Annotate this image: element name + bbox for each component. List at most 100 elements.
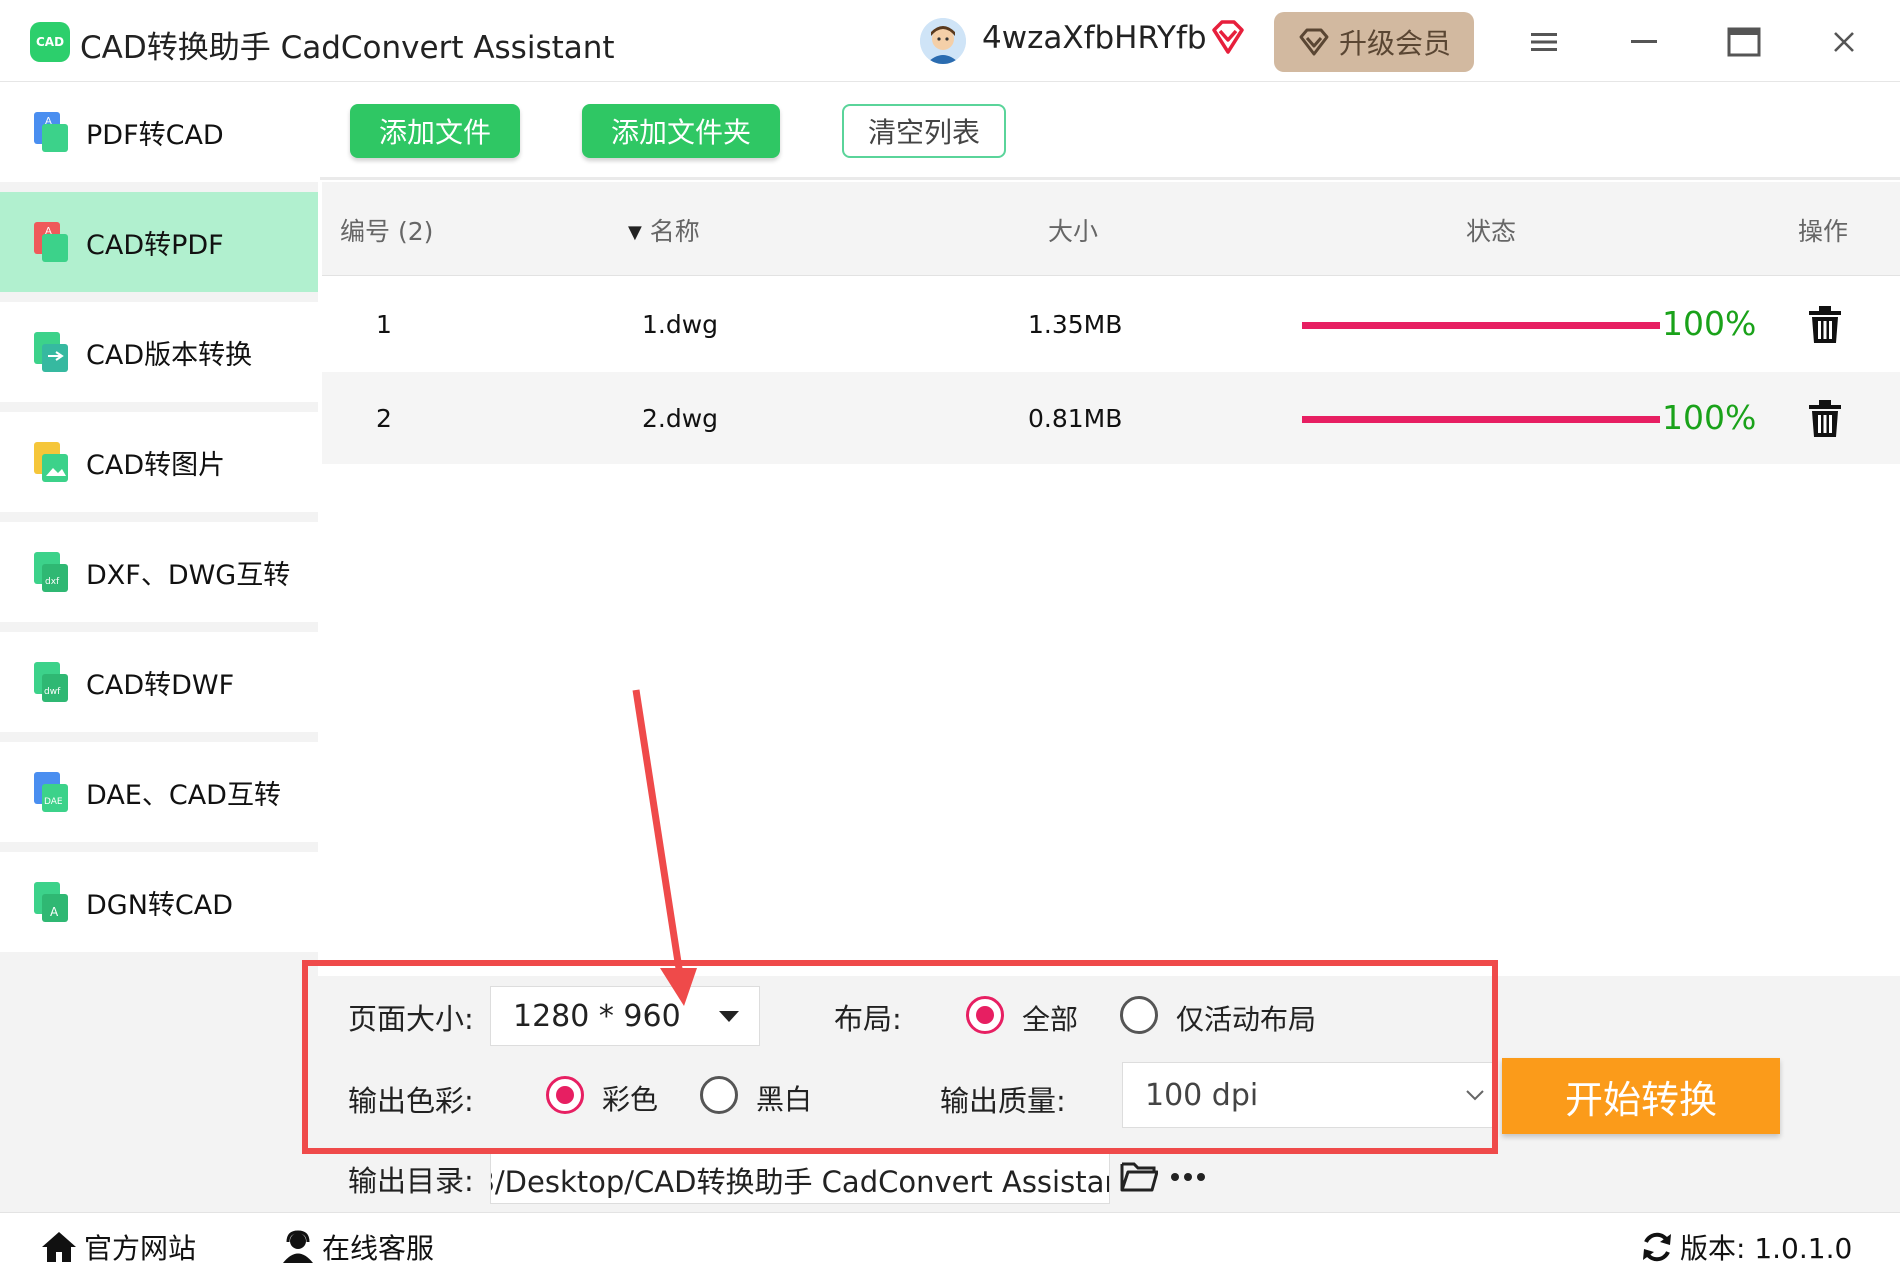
layout-active-radio[interactable]	[1120, 996, 1158, 1034]
official-website-link[interactable]: 官方网站	[40, 1227, 196, 1267]
svg-text:dxf: dxf	[45, 577, 60, 587]
row-progress-percent: 100%	[1662, 304, 1757, 343]
upgrade-vip-button[interactable]: 升级会员	[1274, 12, 1474, 72]
pdf-to-cad-icon: A	[34, 112, 68, 152]
home-icon	[42, 1232, 76, 1262]
row-progress-bar	[1302, 322, 1660, 329]
user-avatar[interactable]	[920, 18, 966, 64]
version-info: 版本: 1.0.1.0	[1640, 1227, 1852, 1267]
username: 4wzaXfbHRYfb	[982, 20, 1207, 56]
column-size[interactable]: 大小	[1048, 212, 1098, 248]
color-bw-radio[interactable]	[700, 1076, 738, 1114]
column-status: 状态	[1466, 217, 1517, 246]
progress-fill	[1302, 322, 1660, 329]
layout-active-label: 仅活动布局	[1176, 1003, 1317, 1036]
delete-trash-icon[interactable]	[1808, 400, 1842, 438]
svg-text:DAE: DAE	[44, 797, 63, 807]
hamburger-menu-icon	[1531, 33, 1557, 51]
app-window: CAD CAD转换助手 CadConvert Assistant 4wzaXfb…	[0, 0, 1900, 1280]
column-name[interactable]: ▼ 名称	[628, 212, 700, 248]
sidebar-item-label: PDF转CAD	[86, 119, 224, 151]
dae-cad-icon: DAE	[34, 772, 68, 812]
sidebar-item-label: DAE、CAD互转	[86, 779, 281, 811]
row-file-name: 2.dwg	[642, 404, 719, 433]
sidebar-item-label: CAD版本转换	[86, 339, 253, 371]
color-bw-label: 黑白	[756, 1083, 813, 1116]
footer: 官方网站 在线客服 版本: 1.0.1.0	[0, 1212, 1900, 1280]
row-progress-bar	[1302, 416, 1660, 423]
table-row[interactable]: 2 2.dwg 0.81MB 100%	[322, 372, 1900, 466]
avatar-icon	[920, 18, 966, 64]
delete-trash-icon[interactable]	[1808, 306, 1842, 344]
output-dir-field[interactable]: B/Desktop/CAD转换助手 CadConvert Assistant	[490, 1148, 1110, 1204]
column-action: 操作	[1798, 217, 1849, 246]
cad-to-image-icon	[34, 442, 68, 482]
sidebar-item-cad-to-pdf[interactable]: A CAD转PDF	[0, 192, 318, 292]
sidebar-item-label: DGN转CAD	[86, 889, 234, 921]
sidebar-item-dgn-to-cad[interactable]: A DGN转CAD	[0, 852, 318, 952]
sidebar-item-cad-to-dwf[interactable]: dwf CAD转DWF	[0, 632, 318, 732]
sidebar-item-dae-cad[interactable]: DAE DAE、CAD互转	[0, 742, 318, 842]
start-convert-button[interactable]: 开始转换	[1502, 1058, 1780, 1134]
maximize-icon	[1727, 27, 1761, 57]
add-folder-button[interactable]: 添加文件夹	[582, 104, 780, 158]
sidebar-item-pdf-to-cad[interactable]: A PDF转CAD	[0, 82, 318, 182]
refresh-icon[interactable]	[1640, 1230, 1674, 1264]
chevron-down-icon	[1466, 1090, 1484, 1101]
folder-open-icon[interactable]	[1120, 1160, 1158, 1192]
row-number: 1	[376, 310, 392, 339]
layout-all-radio[interactable]	[966, 996, 1004, 1034]
sidebar-item-label: DXF、DWG互转	[86, 559, 291, 591]
menu-button[interactable]	[1520, 18, 1568, 66]
row-number: 2	[376, 404, 392, 433]
app-title: CAD转换助手 CadConvert Assistant	[80, 30, 615, 66]
official-website-label: 官方网站	[84, 1232, 197, 1265]
vip-diamond-icon	[1212, 20, 1244, 54]
row-file-size: 1.35MB	[1028, 310, 1123, 339]
title-bar: CAD CAD转换助手 CadConvert Assistant 4wzaXfb…	[0, 0, 1900, 82]
sidebar-item-cad-to-image[interactable]: CAD转图片	[0, 412, 318, 512]
page-size-select[interactable]: 1280 * 960	[490, 986, 760, 1046]
svg-text:A: A	[45, 116, 52, 127]
maximize-button[interactable]	[1720, 18, 1768, 66]
version-label: 版本: 1.0.1.0	[1680, 1232, 1853, 1265]
svg-text:A: A	[45, 226, 52, 237]
output-dir-label: 输出目录:	[348, 1164, 474, 1198]
clear-list-button[interactable]: 清空列表	[842, 104, 1006, 158]
cad-to-pdf-icon: A	[34, 222, 68, 262]
output-quality-label: 输出质量:	[940, 1084, 1066, 1118]
svg-text:A: A	[50, 905, 59, 919]
file-list-empty-area	[322, 464, 1900, 976]
color-color-label: 彩色	[602, 1083, 659, 1116]
output-quality-select[interactable]: 100 dpi	[1122, 1062, 1494, 1128]
sidebar-item-cad-version[interactable]: CAD版本转换	[0, 302, 318, 402]
online-support-link[interactable]: 在线客服	[280, 1227, 434, 1267]
color-color-radio[interactable]	[546, 1076, 584, 1114]
minimize-button[interactable]	[1620, 18, 1668, 66]
table-row[interactable]: 1 1.dwg 1.35MB 100%	[322, 278, 1900, 372]
file-table-header: 编号 (2) ▼ 名称 大小 状态 操作	[322, 182, 1900, 276]
add-file-button[interactable]: 添加文件	[350, 104, 520, 158]
sidebar: A PDF转CAD A CAD转PDF CAD版本转换 CAD转图片 dxf D…	[0, 82, 318, 1212]
sidebar-item-dxf-dwg[interactable]: dxf DXF、DWG互转	[0, 522, 318, 622]
close-icon	[1834, 32, 1854, 52]
sort-desc-icon: ▼	[628, 222, 642, 243]
sidebar-item-label: CAD转PDF	[86, 229, 224, 261]
row-file-name: 1.dwg	[642, 310, 719, 339]
row-progress-percent: 100%	[1662, 398, 1757, 437]
app-logo: CAD	[30, 22, 70, 62]
chevron-down-icon	[719, 1011, 739, 1022]
page-size-label: 页面大小:	[348, 1002, 474, 1036]
column-number[interactable]: 编号 (2)	[340, 212, 433, 248]
toolbar: 添加文件 添加文件夹 清空列表	[320, 82, 1900, 180]
row-file-size: 0.81MB	[1028, 404, 1123, 433]
dgn-to-cad-icon: A	[34, 882, 68, 922]
layout-all-label: 全部	[1022, 1003, 1079, 1036]
layout-label: 布局:	[834, 1002, 902, 1036]
svg-text:dwf: dwf	[44, 687, 61, 697]
more-options-icon[interactable]	[1170, 1172, 1206, 1182]
output-quality-value: 100 dpi	[1145, 1077, 1259, 1113]
sidebar-item-label: CAD转DWF	[86, 669, 235, 701]
close-button[interactable]	[1820, 18, 1868, 66]
output-color-label: 输出色彩:	[348, 1084, 474, 1118]
